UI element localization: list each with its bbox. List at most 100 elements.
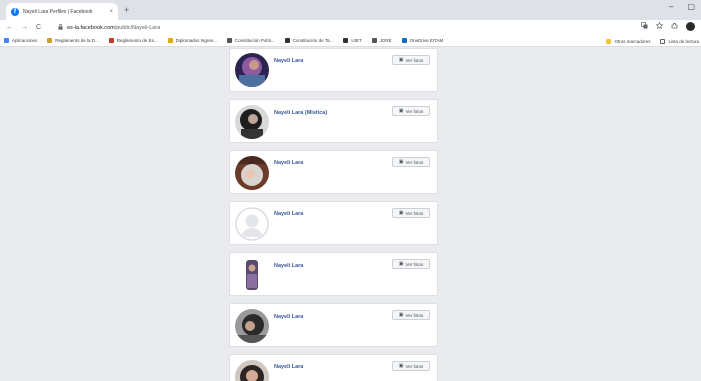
other-bookmarks-label: Otros marcadores: [614, 38, 651, 44]
photos-icon: ▣: [398, 108, 404, 114]
bookmark-label: Constitución de Ta...: [292, 38, 334, 43]
address-bar[interactable]: es-la.facebook.com/public/Nayeli-Lara: [58, 22, 618, 33]
bookmark-star-icon[interactable]: [655, 21, 664, 31]
window-controls: – ▢: [669, 2, 695, 11]
view-photos-label: Ver fotos: [405, 363, 424, 369]
photos-icon: ▣: [398, 261, 404, 267]
result-card: Nayeli Lara (Mistica) ▣ Ver fotos: [229, 99, 438, 143]
browser-tab[interactable]: f Nayeli Lara Perfiles | Facebook ×: [6, 3, 118, 20]
bookmark-label: Constitución Políti...: [234, 38, 275, 43]
profile-name-link[interactable]: Nayeli Lara: [274, 211, 303, 217]
view-photos-button[interactable]: ▣ Ver fotos: [392, 157, 430, 167]
tab-close-icon[interactable]: ×: [109, 9, 113, 15]
bookmark-item[interactable]: Aplicaciones: [4, 38, 37, 43]
bookmark-item[interactable]: Reglamento de la D...: [47, 38, 99, 43]
tab-title: Nayeli Lara Perfiles | Facebook: [23, 8, 93, 15]
tab-strip: f Nayeli Lara Perfiles | Facebook × + – …: [0, 0, 701, 20]
profile-name-link[interactable]: Nayeli Lara: [274, 364, 303, 370]
result-card: Nayeli Lara ▣ Ver fotos: [229, 303, 438, 347]
result-card: Nayeli Lara ▣ Ver fotos: [229, 48, 438, 92]
bookmark-item[interactable]: OneDrive EITAM: [401, 38, 444, 43]
facebook-favicon-icon: f: [11, 7, 19, 16]
bookmark-label: OneDrive EITAM: [409, 38, 444, 43]
view-photos-label: Ver fotos: [405, 159, 424, 165]
bookmark-favicon-icon: [167, 38, 173, 43]
bookmark-item[interactable]: Constitución Políti...: [226, 38, 275, 43]
other-bookmarks-folder[interactable]: Otros marcadores: [606, 38, 651, 44]
result-card: Nayeli Lara ▣ Ver fotos: [229, 201, 438, 245]
profile-avatar-photo[interactable]: [235, 309, 269, 343]
translate-icon[interactable]: [641, 22, 648, 31]
apps-grid-icon: [4, 38, 9, 43]
forward-icon[interactable]: →: [21, 20, 28, 35]
photos-icon: ▣: [398, 57, 404, 63]
minimize-icon[interactable]: –: [669, 2, 673, 11]
view-photos-label: Ver fotos: [405, 108, 424, 114]
bookmark-label: Aplicaciones: [12, 38, 38, 43]
view-photos-label: Ver fotos: [405, 312, 424, 318]
profile-name-link[interactable]: Nayeli Lara: [274, 314, 303, 320]
profile-avatar-photo[interactable]: [235, 53, 269, 87]
reading-list-button[interactable]: Lista de lectura: [660, 38, 699, 44]
url-domain: es-la.facebook.com: [67, 24, 115, 31]
new-tab-button[interactable]: +: [124, 4, 129, 16]
result-card: Nayeli Lara ▣ Ver fotos: [229, 252, 438, 296]
bookmark-label: JORE: [379, 38, 392, 43]
bookmarks-bar-right: Otros marcadores Lista de lectura: [606, 35, 699, 46]
bookmark-item[interactable]: Constitución de Ta...: [284, 38, 334, 43]
reload-icon[interactable]: C: [36, 20, 41, 35]
profile-avatar-photo[interactable]: [235, 156, 269, 190]
bookmark-item[interactable]: Reglamento de Es...: [108, 38, 158, 43]
bookmark-favicon-icon: [343, 38, 349, 43]
profile-avatar-photo[interactable]: [235, 105, 269, 139]
profile-avatar[interactable]: [686, 22, 695, 31]
view-photos-label: Ver fotos: [405, 210, 424, 216]
bookmark-item[interactable]: UIET: [343, 38, 362, 43]
reading-list-icon: [660, 38, 666, 44]
extensions-icon[interactable]: [671, 22, 678, 31]
view-photos-button[interactable]: ▣ Ver fotos: [392, 310, 430, 320]
bookmark-favicon-icon: [47, 38, 53, 43]
profile-avatar-photo[interactable]: [235, 360, 269, 381]
bookmark-favicon-icon: [284, 38, 290, 43]
profile-name-link[interactable]: Nayeli Lara (Mistica): [274, 110, 327, 116]
url-path: /public/Nayeli-Lara: [114, 24, 161, 31]
view-photos-label: Ver fotos: [405, 57, 424, 63]
reading-list-label: Lista de lectura: [668, 38, 699, 44]
toolbar-actions: [641, 21, 695, 31]
profile-avatar-photo[interactable]: [242, 258, 262, 292]
result-card: Nayeli Lara ▣ Ver fotos: [229, 354, 438, 381]
view-photos-button[interactable]: ▣ Ver fotos: [392, 55, 430, 65]
photos-icon: ▣: [398, 363, 404, 369]
photos-icon: ▣: [398, 159, 404, 165]
bookmark-favicon-icon: [371, 38, 377, 43]
lock-icon[interactable]: [58, 23, 63, 32]
default-avatar-silhouette-icon[interactable]: [235, 207, 269, 241]
back-icon[interactable]: ←: [6, 20, 13, 35]
profile-name-link[interactable]: Nayeli Lara: [274, 160, 303, 166]
bookmark-label: Reglamento de la D...: [55, 38, 99, 43]
bookmarks-bar: Aplicaciones Reglamento de la D... Regla…: [0, 35, 701, 47]
photos-icon: ▣: [398, 312, 404, 318]
bookmark-favicon-icon: [226, 38, 232, 43]
profile-name-link[interactable]: Nayeli Lara: [274, 58, 303, 64]
bookmark-label: UIET: [351, 38, 362, 43]
result-card: Nayeli Lara ▣ Ver fotos: [229, 150, 438, 194]
bookmark-label: Reglamento de Es...: [116, 38, 158, 43]
browser-toolbar: ← → C es-la.facebook.com/public/Nayeli-L…: [0, 20, 701, 35]
bookmark-item[interactable]: JORE: [371, 38, 392, 43]
onedrive-cloud-icon: [401, 38, 407, 43]
view-photos-label: Ver fotos: [405, 261, 424, 267]
bookmark-item[interactable]: Diplomados Ingres...: [167, 38, 217, 43]
profile-name-link[interactable]: Nayeli Lara: [274, 263, 303, 269]
folder-icon: [606, 38, 612, 44]
view-photos-button[interactable]: ▣ Ver fotos: [392, 106, 430, 116]
view-photos-button[interactable]: ▣ Ver fotos: [392, 259, 430, 269]
bookmark-favicon-icon: [108, 38, 114, 43]
profile-results-list: Nayeli Lara ▣ Ver fotos Nayeli Lara (Mist…: [229, 48, 438, 381]
view-photos-button[interactable]: ▣ Ver fotos: [392, 208, 430, 218]
photos-icon: ▣: [398, 210, 404, 216]
maximize-icon[interactable]: ▢: [687, 2, 695, 11]
bookmark-label: Diplomados Ingres...: [175, 38, 217, 43]
view-photos-button[interactable]: ▣ Ver fotos: [392, 361, 430, 371]
